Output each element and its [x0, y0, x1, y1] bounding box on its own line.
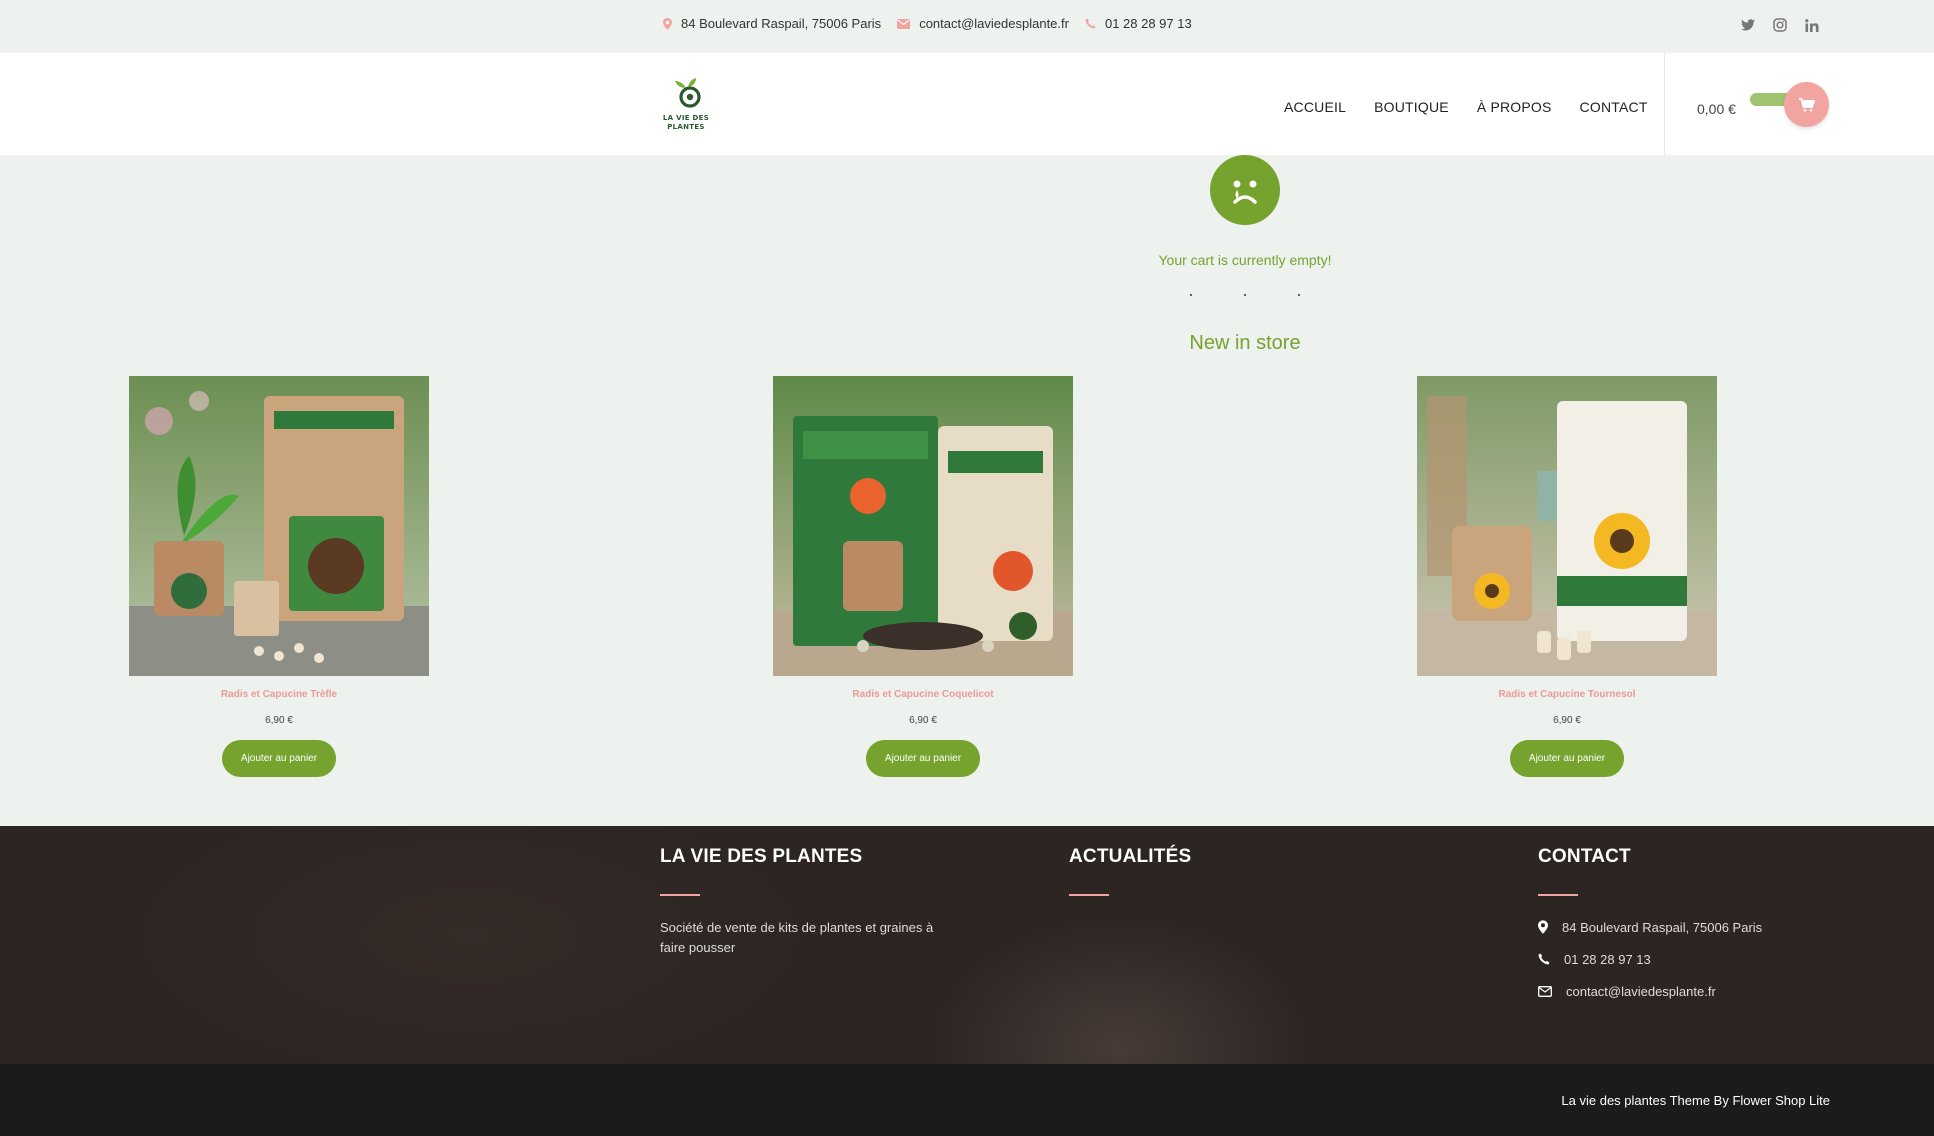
header-divider [1664, 53, 1665, 155]
map-pin-icon [663, 17, 672, 30]
footer-phone-text[interactable]: 01 28 28 97 13 [1564, 952, 1651, 967]
product-name[interactable]: Radis et Capucine Coquelicot [773, 689, 1073, 700]
top-address-text: 84 Boulevard Raspail, 75006 Paris [681, 16, 882, 31]
product-price: 6,90 € [1553, 715, 1581, 726]
twitter-icon[interactable] [1738, 15, 1758, 35]
theme-credit[interactable]: La vie des plantes Theme By Flower Shop … [1561, 1093, 1830, 1108]
product-card: Radis et Capucine Tournesol 6,90 € Ajout… [1417, 376, 1717, 777]
top-phone-text[interactable]: 01 28 28 97 13 [1105, 16, 1192, 31]
product-image[interactable] [129, 376, 429, 676]
footer-title-underline [1538, 894, 1578, 896]
footer-email-text[interactable]: contact@laviedesplante.fr [1566, 984, 1716, 999]
footer-background-flower [930, 916, 1310, 1064]
top-email-text[interactable]: contact@laviedesplante.fr [919, 16, 1069, 31]
cart-button[interactable] [1784, 82, 1829, 127]
sad-face-icon [1210, 155, 1280, 225]
top-contact-info: 84 Boulevard Raspail, 75006 Paris contac… [663, 16, 1208, 31]
footer-bottom-bar: La vie des plantes Theme By Flower Shop … [0, 1064, 1934, 1136]
footer-contact-title: CONTACT [1538, 846, 1631, 867]
instagram-icon[interactable] [1770, 15, 1790, 35]
footer-title-underline [660, 894, 700, 896]
footer-news: ACTUALITÉS [1069, 846, 1191, 896]
phone-icon [1538, 953, 1550, 965]
product-name[interactable]: Radis et Capucine Trèfle [129, 689, 429, 700]
nav-accueil[interactable]: ACCUEIL [1284, 99, 1346, 115]
shopping-cart-icon [1798, 97, 1815, 112]
footer-news-title: ACTUALITÉS [1069, 846, 1192, 867]
social-links [1738, 15, 1834, 35]
footer-about: LA VIE DES PLANTES Société de vente de k… [660, 846, 960, 958]
linkedin-icon[interactable] [1802, 15, 1822, 35]
top-bar: 84 Boulevard Raspail, 75006 Paris contac… [0, 0, 1934, 53]
footer-about-title: LA VIE DES PLANTES [660, 846, 863, 867]
add-to-cart-button[interactable]: Ajouter au panier [1510, 740, 1624, 777]
nav-a-propos[interactable]: À PROPOS [1477, 99, 1552, 115]
nav-contact[interactable]: CONTACT [1580, 99, 1648, 115]
leaf-logo-icon [675, 78, 701, 108]
site-footer: LA VIE DES PLANTES Société de vente de k… [0, 826, 1934, 1064]
envelope-icon [1538, 985, 1552, 997]
product-image[interactable] [773, 376, 1073, 676]
footer-about-description: Société de vente de kits de plantes et g… [660, 920, 934, 955]
nav-boutique[interactable]: BOUTIQUE [1374, 99, 1449, 115]
product-card: Radis et Capucine Coquelicot 6,90 € Ajou… [773, 376, 1073, 777]
top-phone[interactable]: 01 28 28 97 13 [1085, 16, 1192, 31]
site-header: LA VIE DES PLANTES ACCUEIL BOUTIQUE À PR… [0, 53, 1934, 155]
separator-dots [1190, 294, 1300, 296]
footer-title-underline [1069, 894, 1109, 896]
footer-phone[interactable]: 01 28 28 97 13 [1538, 943, 1762, 975]
footer-email[interactable]: contact@laviedesplante.fr [1538, 975, 1762, 1007]
product-price: 6,90 € [265, 715, 293, 726]
add-to-cart-button[interactable]: Ajouter au panier [222, 740, 336, 777]
cart-total[interactable]: 0,00 € [1697, 101, 1736, 117]
site-logo[interactable]: LA VIE DES PLANTES [660, 77, 712, 132]
product-image[interactable] [1417, 376, 1717, 676]
envelope-icon [897, 18, 911, 29]
product-card: Radis et Capucine Trèfle 6,90 € Ajouter … [129, 376, 429, 777]
product-price: 6,90 € [909, 715, 937, 726]
footer-address-text: 84 Boulevard Raspail, 75006 Paris [1562, 919, 1763, 935]
footer-contact-list: 84 Boulevard Raspail, 75006 Paris 01 28 … [1538, 911, 1762, 1007]
phone-icon [1085, 18, 1096, 29]
top-address: 84 Boulevard Raspail, 75006 Paris [663, 16, 881, 31]
cart-empty-message: Your cart is currently empty! [1158, 252, 1332, 268]
new-in-store-title: New in store [1189, 332, 1301, 354]
top-email[interactable]: contact@laviedesplante.fr [897, 16, 1069, 31]
add-to-cart-button[interactable]: Ajouter au panier [866, 740, 980, 777]
main-nav: ACCUEIL BOUTIQUE À PROPOS CONTACT [1284, 99, 1676, 115]
map-pin-icon [1538, 920, 1548, 934]
footer-address: 84 Boulevard Raspail, 75006 Paris [1538, 911, 1762, 943]
footer-contact: CONTACT 84 Boulevard Raspail, 75006 Pari… [1538, 846, 1762, 1007]
logo-text-line2: PLANTES [667, 123, 705, 131]
logo-text-line1: LA VIE DES [662, 114, 710, 122]
product-name[interactable]: Radis et Capucine Tournesol [1417, 689, 1717, 700]
